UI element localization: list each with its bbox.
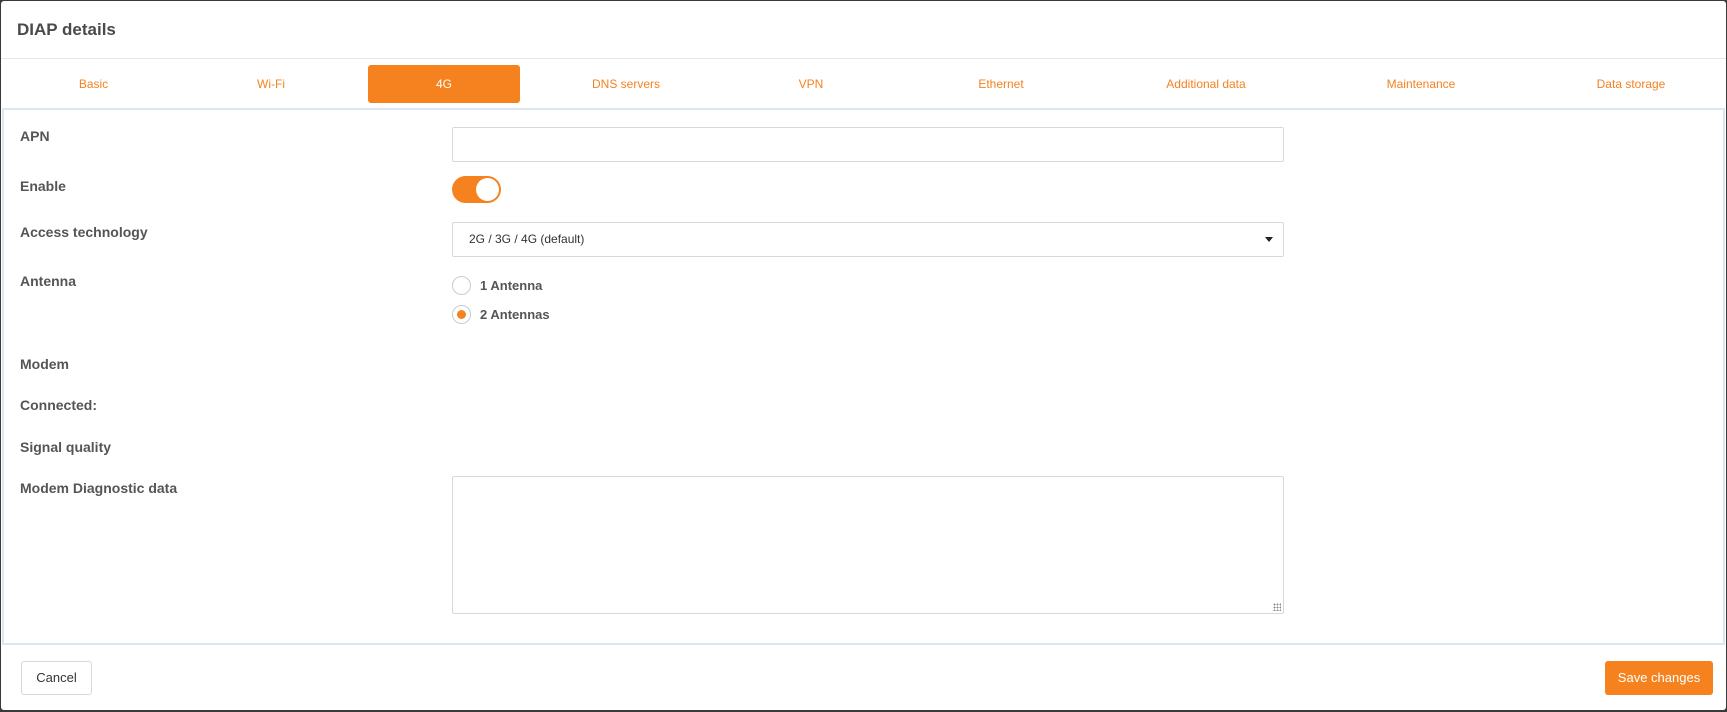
- access-technology-select[interactable]: 2G / 3G / 4G (default): [452, 222, 1284, 257]
- enable-label: Enable: [20, 178, 66, 194]
- apn-label: APN: [20, 128, 50, 144]
- tab-bar: Basic Wi-Fi 4G DNS servers VPN Ethernet …: [1, 59, 1726, 108]
- radio-selected-dot: [457, 310, 466, 319]
- diap-details-dialog: DIAP details Basic Wi-Fi 4G DNS servers …: [1, 1, 1726, 710]
- resize-handle-icon[interactable]: [1273, 603, 1281, 611]
- modem-diagnostic-label: Modem Diagnostic data: [20, 480, 178, 496]
- antenna-option-2-label: 2 Antennas: [480, 307, 550, 322]
- tab-additional-data[interactable]: Additional data: [1131, 65, 1281, 103]
- radio-button-2-antennas[interactable]: [452, 305, 471, 324]
- modem-diagnostic-textarea[interactable]: [452, 476, 1284, 614]
- tab-basic[interactable]: Basic: [21, 65, 166, 103]
- caret-down-icon: [1265, 237, 1273, 242]
- antenna-option-1-label: 1 Antenna: [480, 278, 543, 293]
- connected-label: Connected:: [20, 397, 97, 413]
- access-technology-label: Access technology: [20, 224, 148, 240]
- tab-data-storage[interactable]: Data storage: [1556, 65, 1706, 103]
- tab-ethernet[interactable]: Ethernet: [931, 65, 1071, 103]
- tab-content-4g: APN Enable Access technology 2G / 3G / 4…: [2, 108, 1725, 645]
- save-changes-button[interactable]: Save changes: [1605, 661, 1713, 695]
- antenna-label: Antenna: [20, 273, 76, 289]
- dialog-header: DIAP details: [1, 1, 1726, 59]
- tab-maintenance[interactable]: Maintenance: [1351, 65, 1491, 103]
- apn-input[interactable]: [452, 127, 1284, 162]
- access-technology-value: 2G / 3G / 4G (default): [469, 232, 585, 246]
- enable-toggle[interactable]: [452, 176, 501, 203]
- dialog-footer: Cancel Save changes: [1, 645, 1726, 710]
- signal-quality-label: Signal quality: [20, 439, 112, 455]
- tab-wifi[interactable]: Wi-Fi: [201, 65, 341, 103]
- dialog-title: DIAP details: [17, 20, 116, 39]
- toggle-knob: [476, 178, 499, 201]
- tab-4g[interactable]: 4G: [368, 65, 520, 103]
- tab-vpn[interactable]: VPN: [746, 65, 876, 103]
- modem-label: Modem: [20, 356, 69, 372]
- tab-dns-servers[interactable]: DNS servers: [556, 65, 696, 103]
- cancel-button[interactable]: Cancel: [21, 661, 92, 695]
- radio-button-1-antenna[interactable]: [452, 276, 471, 295]
